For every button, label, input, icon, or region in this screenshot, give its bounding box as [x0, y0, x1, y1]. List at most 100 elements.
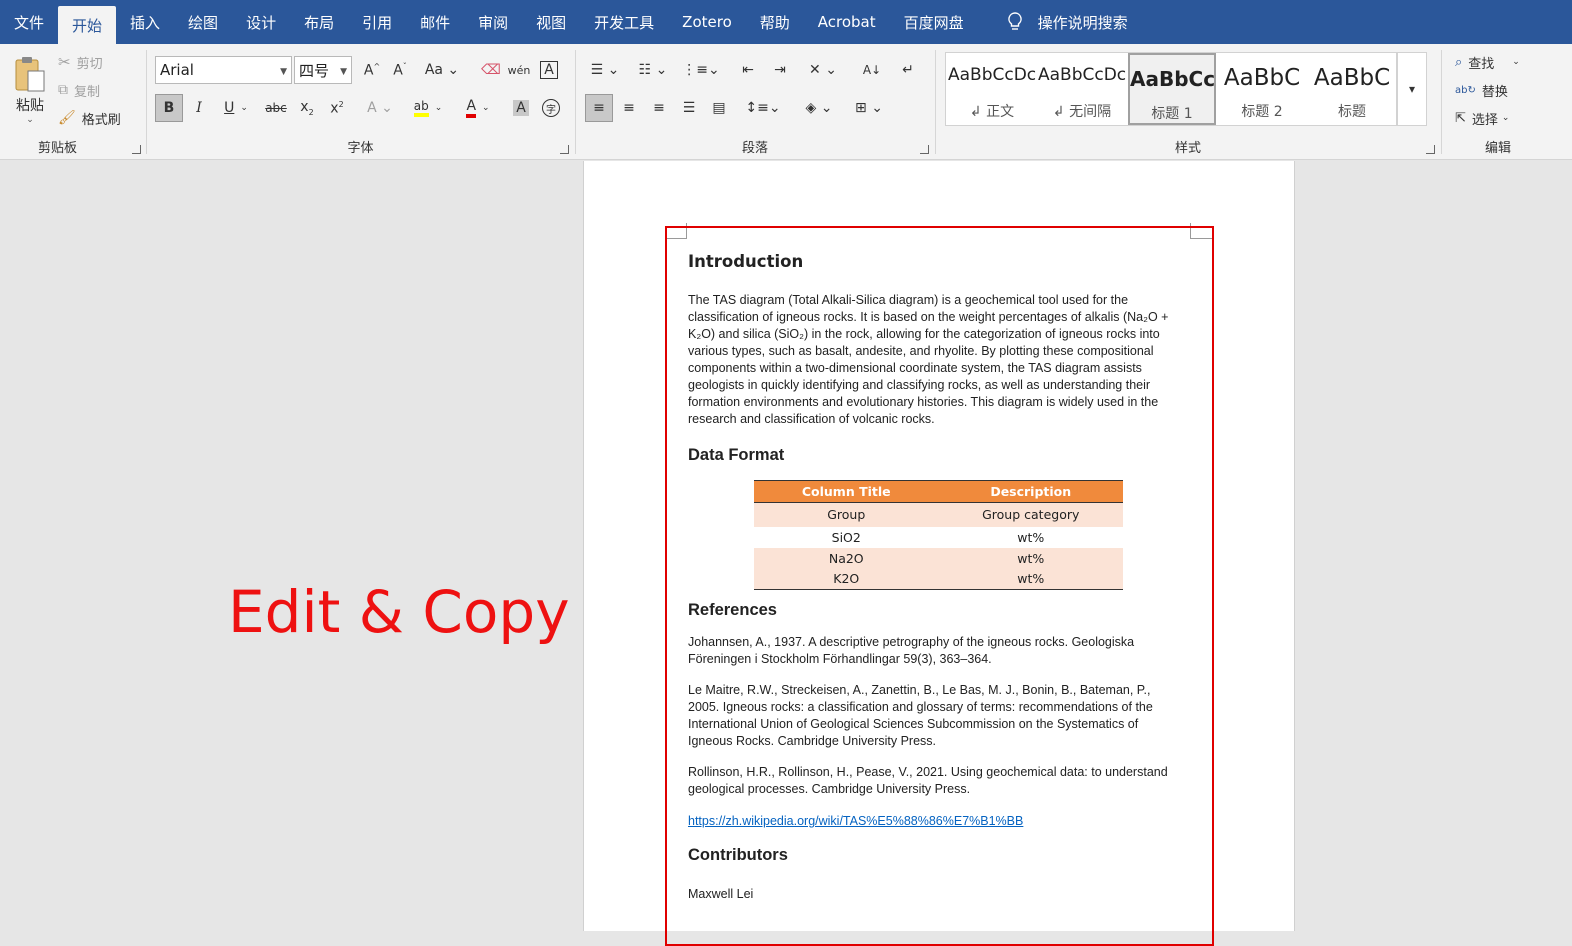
reference-item: Le Maitre, R.W., Streckeisen, A., Zanett… — [688, 683, 1153, 748]
font-color-icon: A — [466, 98, 477, 118]
font-name-field[interactable]: Arial ▼ — [155, 56, 292, 84]
tab-help[interactable]: 帮助 — [746, 0, 804, 44]
table-cell: wt% — [1017, 529, 1045, 545]
paste-button[interactable]: 粘贴 ⌄ — [8, 50, 52, 130]
shrink-font-button[interactable]: Aˇ — [388, 58, 412, 82]
styles-group: AaBbCcDc ↲ 正文 AaBbCcDc ↲ 无间隔 AaBbCc 标题 1… — [937, 44, 1439, 160]
tab-zotero[interactable]: Zotero — [668, 0, 746, 44]
decrease-indent-icon: ⇤ — [742, 62, 754, 78]
clipboard-launcher-icon[interactable] — [132, 145, 141, 154]
increase-indent-button[interactable]: ⇥ — [767, 58, 793, 82]
tell-me-search[interactable]: 操作说明搜索 — [992, 0, 1142, 44]
cut-button[interactable]: ✂ 剪切 — [58, 50, 103, 74]
styles-more-button[interactable]: ▾ — [1397, 52, 1427, 126]
sort-button[interactable]: A↓ — [859, 58, 885, 82]
style-heading-2[interactable]: AaBbC 标题 2 — [1218, 53, 1306, 125]
bold-button[interactable]: B — [155, 94, 183, 122]
tab-mailings[interactable]: 邮件 — [406, 0, 464, 44]
grow-font-button[interactable]: A^ — [360, 58, 384, 82]
align-right-button[interactable]: ≡ — [645, 94, 673, 122]
tab-home[interactable]: 开始 — [58, 6, 117, 44]
character-border-button[interactable]: A — [536, 58, 562, 82]
italic-button[interactable]: I — [186, 94, 212, 122]
shading-button[interactable]: ◈ ⌄ — [799, 94, 839, 122]
tab-design[interactable]: 设计 — [232, 0, 290, 44]
bold-icon: B — [163, 100, 175, 116]
underline-button[interactable]: U ⌄ — [216, 94, 256, 122]
table-cell: K2O — [754, 568, 939, 590]
tab-draw[interactable]: 绘图 — [174, 0, 232, 44]
subscript-button[interactable]: x2 — [294, 94, 320, 122]
find-button[interactable]: ⌕ 查找 ⌄ — [1455, 50, 1520, 74]
table-cell: SiO2 — [831, 529, 861, 545]
strikethrough-button[interactable]: abc — [262, 94, 290, 122]
numbering-button[interactable]: ☷ ⌄ — [633, 58, 673, 82]
highlight-button[interactable]: ab ⌄ — [408, 94, 448, 122]
tab-developer[interactable]: 开发工具 — [580, 0, 668, 44]
font-group-label: 字体 — [347, 141, 374, 156]
align-center-button[interactable]: ≡ — [615, 94, 643, 122]
reference-item: Rollinson, H.R., Rollinson, H., Pease, V… — [688, 765, 1168, 796]
multilevel-list-button[interactable]: ⋮≡⌄ — [681, 58, 721, 82]
styles-launcher-icon[interactable] — [1426, 145, 1435, 154]
reference-item: Johannsen, A., 1937. A descriptive petro… — [688, 635, 1135, 666]
font-size-field[interactable]: 四号 ▼ — [294, 56, 352, 84]
enclose-characters-button[interactable]: 字 — [538, 94, 564, 122]
font-color-button[interactable]: A ⌄ — [458, 94, 498, 122]
style-preview: AaBbCc — [1130, 67, 1214, 91]
tab-acrobat[interactable]: Acrobat — [804, 0, 890, 44]
edit-copy-overlay: Edit & Copy — [228, 578, 570, 646]
tab-insert[interactable]: 插入 — [116, 0, 174, 44]
char-shading-icon: A — [513, 100, 529, 116]
style-no-spacing[interactable]: AaBbCcDc ↲ 无间隔 — [1038, 53, 1126, 125]
bullets-button[interactable]: ☰ ⌄ — [585, 58, 625, 82]
paste-label: 粘贴 — [16, 98, 44, 114]
show-marks-button[interactable]: ↵ — [895, 58, 921, 82]
cut-label: 剪切 — [76, 56, 103, 72]
change-case-button[interactable]: Aa ⌄ — [424, 58, 460, 82]
superscript-icon: x2 — [330, 99, 344, 117]
wikipedia-link[interactable]: https://zh.wikipedia.org/wiki/TAS%E5%88%… — [688, 813, 1023, 830]
tab-view[interactable]: 视图 — [522, 0, 580, 44]
style-heading-1[interactable]: AaBbCc 标题 1 — [1128, 53, 1216, 125]
text-effects-icon: A ⌄ — [367, 100, 393, 116]
document-page[interactable]: Introduction The TAS diagram (Total Alka… — [583, 161, 1295, 946]
clear-formatting-button[interactable]: ⌫ — [478, 58, 504, 82]
tab-baidu[interactable]: 百度网盘 — [890, 0, 978, 44]
text-effects-button[interactable]: A ⌄ — [362, 94, 398, 122]
font-launcher-icon[interactable] — [560, 145, 569, 154]
replace-button[interactable]: ab↻ 替换 — [1455, 78, 1508, 102]
tab-layout[interactable]: 布局 — [290, 0, 348, 44]
justify-button[interactable]: ☰ — [675, 94, 703, 122]
chevron-down-icon: ▾ — [1408, 82, 1416, 96]
style-title[interactable]: AaBbC 标题 — [1308, 53, 1396, 125]
style-name: ↲ 正文 — [969, 104, 1015, 120]
tab-references[interactable]: 引用 — [348, 0, 406, 44]
copy-button[interactable]: ⧉ 复制 — [58, 78, 100, 102]
table-cell: Group category — [938, 502, 1123, 527]
format-painter-button[interactable]: 🖌 格式刷 — [58, 106, 121, 130]
search-icon: ⌕ — [1455, 54, 1463, 70]
superscript-button[interactable]: x2 — [324, 94, 350, 122]
clipboard-group-label: 剪贴板 — [37, 141, 77, 156]
table-cell: Na2O — [754, 547, 939, 569]
distributed-button[interactable]: ▤ — [705, 94, 733, 122]
chinese-layout-button[interactable]: ✕ ⌄ — [803, 58, 843, 82]
bullets-icon: ☰ ⌄ — [590, 62, 620, 78]
style-name: 标题 — [1338, 104, 1366, 120]
line-spacing-button[interactable]: ↕≡⌄ — [743, 94, 783, 122]
character-shading-button[interactable]: A — [508, 94, 534, 122]
style-preview: AaBbC — [1313, 65, 1391, 91]
tab-review[interactable]: 审阅 — [464, 0, 522, 44]
phonetic-guide-button[interactable]: wén — [506, 58, 532, 82]
borders-button[interactable]: ⊞ ⌄ — [849, 94, 889, 122]
align-left-button[interactable]: ≡ — [585, 94, 613, 122]
select-button[interactable]: ⇱ 选择 ⌄ — [1455, 106, 1509, 130]
strikethrough-icon: abc — [265, 101, 287, 115]
style-normal[interactable]: AaBbCcDc ↲ 正文 — [948, 53, 1036, 125]
tab-file[interactable]: 文件 — [0, 0, 58, 44]
paintbrush-icon: 🖌 — [58, 110, 76, 126]
decrease-indent-button[interactable]: ⇤ — [735, 58, 761, 82]
paragraph-launcher-icon[interactable] — [920, 145, 929, 154]
copy-icon: ⧉ — [58, 82, 68, 98]
